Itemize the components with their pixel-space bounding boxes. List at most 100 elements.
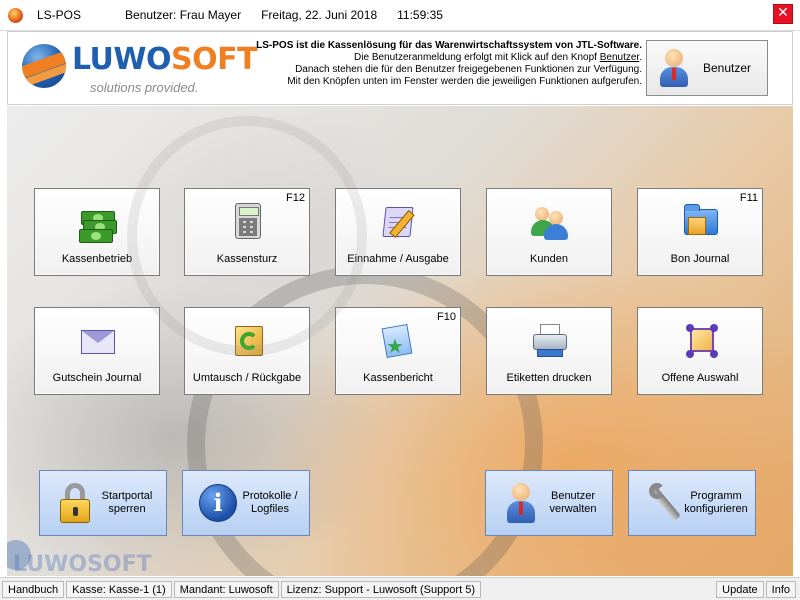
protokolle-logfiles-button[interactable]: i Protokolle / Logfiles xyxy=(182,470,310,536)
benutzer-verwalten-label: Benutzer verwalten xyxy=(540,490,612,516)
benutzer-button[interactable]: Benutzer xyxy=(646,40,768,96)
bon-journal-label: Bon Journal xyxy=(670,253,730,265)
protokolle-logfiles-line1: Protokolle / xyxy=(242,490,298,502)
title-bar: LS-POS Benutzer: Frau Mayer Freitag, 22.… xyxy=(0,0,800,31)
logo-word-a: LUWO xyxy=(72,42,172,77)
close-button[interactable]: ✕ xyxy=(773,4,793,24)
customer-head-1 xyxy=(535,207,549,221)
info-line-2: Die Benutzeranmeldung erfolgt mit Klick … xyxy=(222,52,642,64)
umtausch-rueckgabe-button[interactable]: Umtausch / Rückgabe xyxy=(184,307,310,395)
cube-shape xyxy=(690,328,714,352)
benutzer-verwalten-button[interactable]: Benutzer verwalten xyxy=(485,470,613,536)
kassenbetrieb-label: Kassenbetrieb xyxy=(61,253,133,265)
etiketten-drucken-button[interactable]: Etiketten drucken xyxy=(486,307,612,395)
box-shape xyxy=(688,217,706,235)
lock-icon xyxy=(56,483,94,523)
umtausch-rueckgabe-label: Umtausch / Rückgabe xyxy=(192,372,302,384)
startportal-sperren-line2: sperren xyxy=(108,503,146,515)
customers-icon xyxy=(531,203,569,241)
printer-icon xyxy=(531,322,569,360)
cube-node xyxy=(710,324,718,332)
info-line-2-pre: Die Benutzeranmeldung erfolgt mit Klick … xyxy=(354,52,600,63)
lizenz-status: Lizenz: Support - Luwosoft (Support 5) xyxy=(280,580,481,598)
exchange-arrows-shape xyxy=(240,332,258,350)
info-line-3: Danach stehen die für den Benutzer freig… xyxy=(295,64,642,75)
startportal-sperren-line1: Startportal xyxy=(101,490,153,502)
info-line-1: LS-POS ist die Kassenlösung für das Ware… xyxy=(256,40,642,51)
report-star-icon: ★ xyxy=(380,322,418,360)
offene-auswahl-button[interactable]: Offene Auswahl xyxy=(637,307,763,395)
money-bill xyxy=(79,229,113,243)
protokolle-logfiles-label: Protokolle / Logfiles xyxy=(237,490,309,516)
etiketten-drucken-label: Etiketten drucken xyxy=(506,372,592,384)
benutzer-button-label: Benutzer xyxy=(703,61,752,75)
notepad-pencil-icon xyxy=(380,203,418,241)
gutschein-journal-button[interactable]: Gutschein Journal xyxy=(34,307,160,395)
header-band: LUWOSOFT solutions provided. LS-POS ist … xyxy=(7,31,793,105)
programm-konfigurieren-button[interactable]: Programm konfigurieren xyxy=(628,470,756,536)
update-button[interactable]: Update xyxy=(716,580,764,598)
user-icon-head xyxy=(665,49,683,67)
customer-body-2 xyxy=(544,224,568,240)
info-text: LS-POS ist die Kassenlösung für das Ware… xyxy=(222,40,642,88)
status-bar: Handbuch Kasse: Kasse-1 (1) Mandant: Luw… xyxy=(0,577,800,600)
programm-konfigurieren-label: Programm konfigurieren xyxy=(683,490,755,516)
shortcut-f12: F12 xyxy=(286,192,305,204)
customer-head-2 xyxy=(549,211,563,225)
kasse-status: Kasse: Kasse-1 (1) xyxy=(66,580,172,598)
kassenbericht-button[interactable]: F10 ★ Kassenbericht xyxy=(335,307,461,395)
programm-konfigurieren-line2: konfigurieren xyxy=(684,503,748,515)
watermark-logo: LUWOSOFT xyxy=(13,552,152,576)
exchange-box-shape xyxy=(235,326,263,356)
user-admin-icon xyxy=(502,483,540,523)
cube-nodes-icon xyxy=(682,322,720,360)
app-icon xyxy=(8,7,23,23)
calculator-icon-body xyxy=(235,203,261,239)
einnahme-ausgabe-label: Einnahme / Ausgabe xyxy=(347,253,449,265)
wrench-head xyxy=(649,483,665,499)
shortcut-f11: F11 xyxy=(739,192,758,204)
luwosoft-logo: LUWOSOFT solutions provided. xyxy=(20,40,258,98)
mandant-status: Mandant: Luwosoft xyxy=(173,580,279,598)
info-icon: i xyxy=(199,483,237,523)
cube-node xyxy=(686,350,694,358)
benutzer-verwalten-line2: verwalten xyxy=(549,503,597,515)
bon-journal-button[interactable]: F11 Bon Journal xyxy=(637,188,763,276)
handbuch-button[interactable]: Handbuch xyxy=(2,580,65,598)
window-title: LS-POS xyxy=(37,8,82,22)
money-icon xyxy=(79,203,117,243)
cube-node xyxy=(686,324,694,332)
kassensturz-label: Kassensturz xyxy=(216,253,278,265)
programm-konfigurieren-line1: Programm xyxy=(690,490,742,502)
user-admin-tie xyxy=(519,502,523,515)
wrench-icon xyxy=(645,483,683,523)
kunden-button[interactable]: Kunden xyxy=(486,188,612,276)
shortcut-f10: F10 xyxy=(437,311,456,323)
current-user-text: Benutzer: Frau Mayer xyxy=(125,8,242,22)
folder-box-icon xyxy=(682,203,720,241)
user-icon-tie xyxy=(672,68,676,80)
info-icon-circle: i xyxy=(199,484,237,522)
info-line-2-post: . xyxy=(639,52,642,63)
kassenbetrieb-button[interactable]: Kassenbetrieb xyxy=(34,188,160,276)
globe-icon xyxy=(22,44,66,88)
printer-tray xyxy=(537,349,563,357)
kassensturz-button[interactable]: F12 Kassensturz xyxy=(184,188,310,276)
printer-body xyxy=(533,334,567,350)
star-icon: ★ xyxy=(386,334,404,358)
info-button[interactable]: Info xyxy=(765,580,796,598)
startportal-sperren-label: Startportal sperren xyxy=(94,490,166,516)
envelope-icon xyxy=(79,322,117,360)
date-text: Freitag, 22. Juni 2018 xyxy=(261,8,378,22)
offene-auswahl-label: Offene Auswahl xyxy=(661,372,739,384)
info-benutzer-link: Benutzer xyxy=(599,52,640,63)
time-text: 11:59:35 xyxy=(397,8,443,22)
einnahme-ausgabe-button[interactable]: Einnahme / Ausgabe xyxy=(335,188,461,276)
startportal-sperren-button[interactable]: Startportal sperren xyxy=(39,470,167,536)
exchange-box-icon xyxy=(229,322,267,360)
kunden-label: Kunden xyxy=(530,253,568,265)
gutschein-journal-label: Gutschein Journal xyxy=(52,372,142,384)
envelope-shape xyxy=(81,330,115,354)
protokolle-logfiles-line2: Logfiles xyxy=(251,503,289,515)
logo-tagline: solutions provided. xyxy=(90,80,199,95)
